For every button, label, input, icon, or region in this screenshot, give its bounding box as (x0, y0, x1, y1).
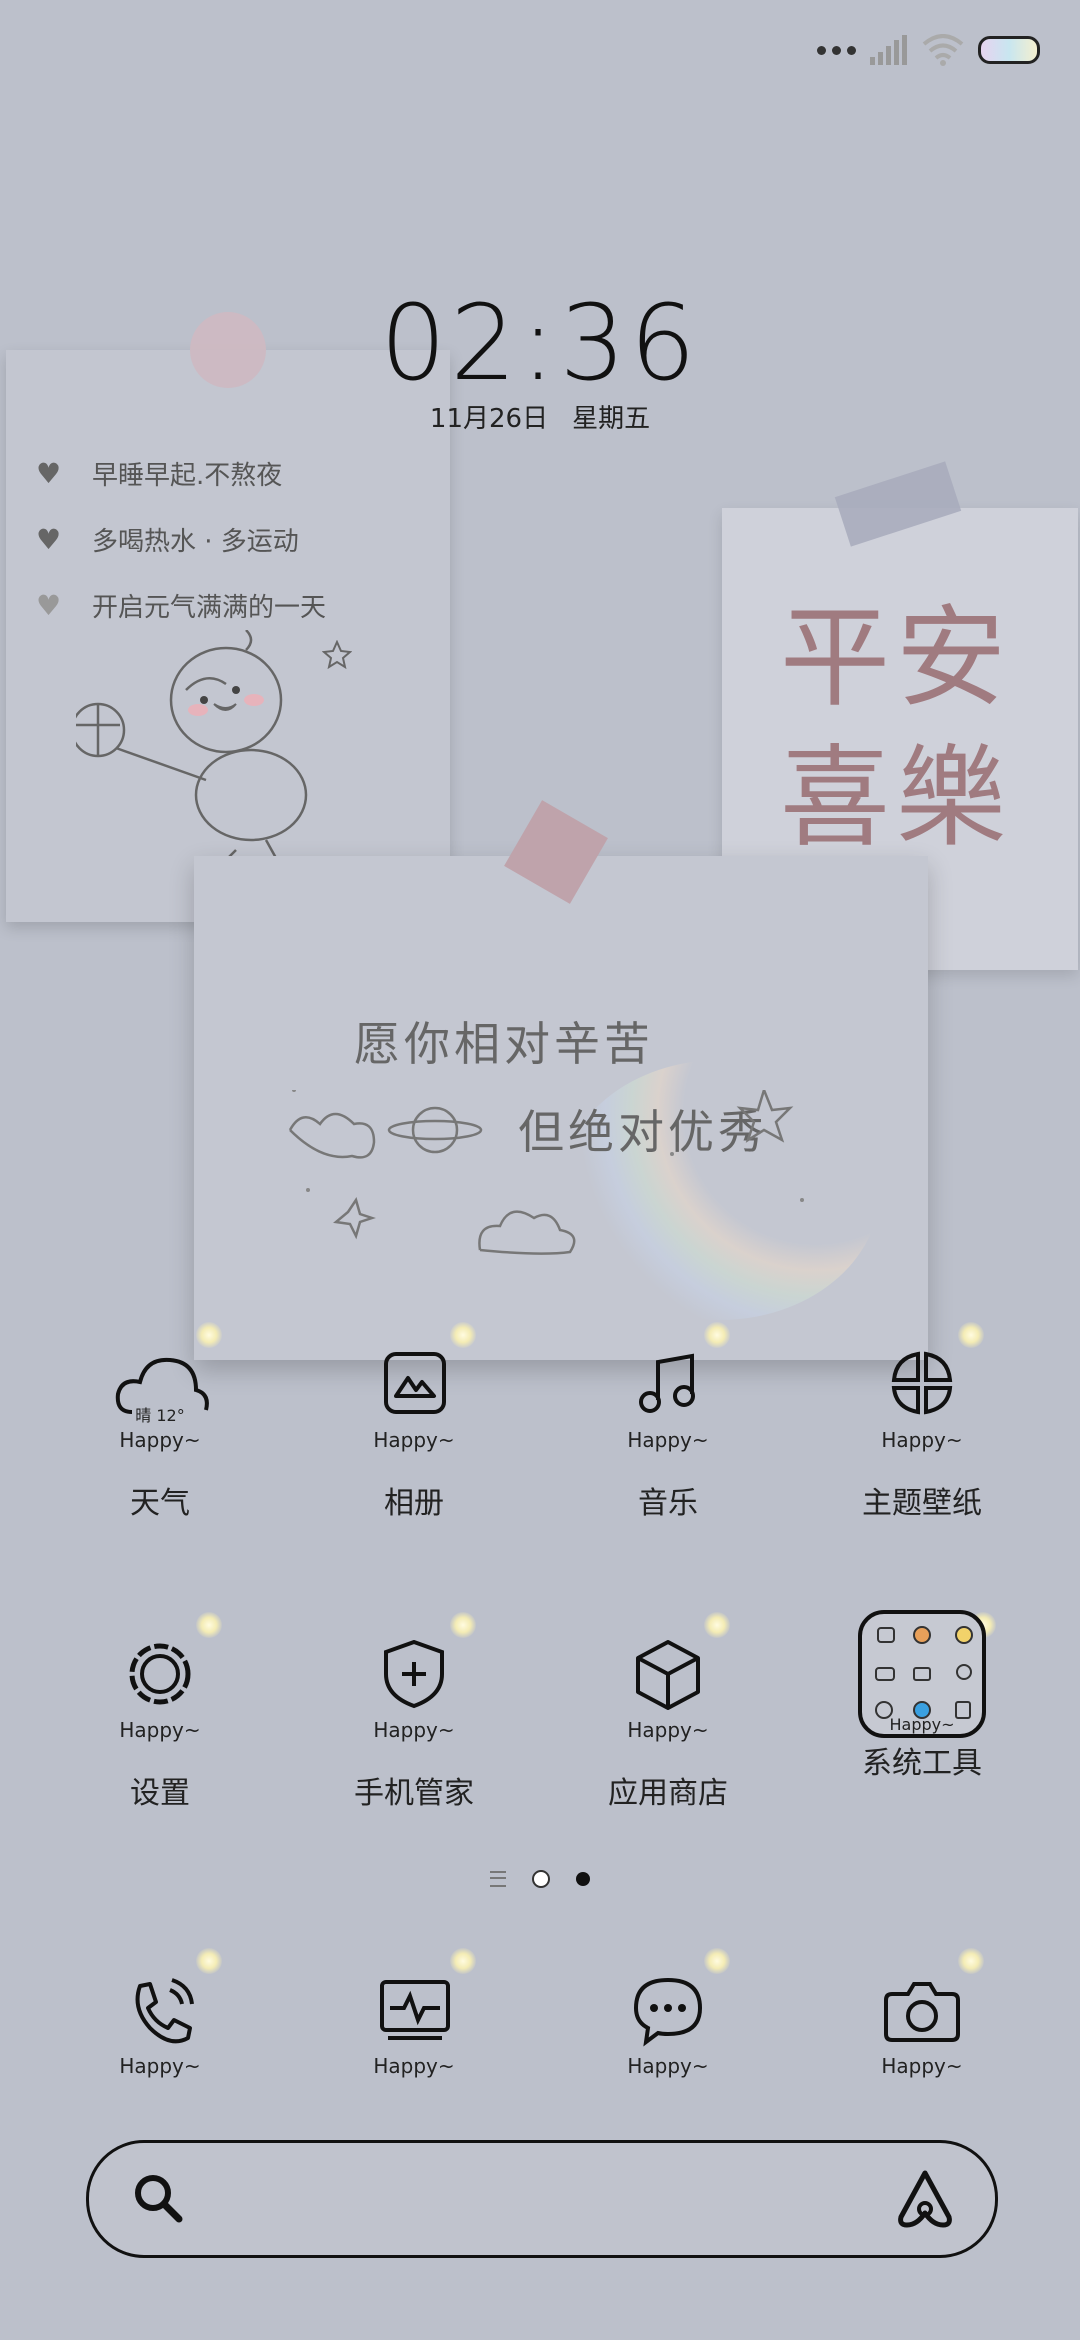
happy-badge: Happy~ (889, 1715, 955, 1734)
sparkle-decoration (196, 1612, 222, 1638)
sparkle-decoration (450, 1322, 476, 1348)
quote-line-1: 愿你相对辛苦 (354, 1017, 654, 1071)
app-label: 系统工具 (862, 1746, 982, 1781)
sparkle-decoration (704, 1322, 730, 1348)
app-store[interactable]: Happy~ 应用商店 (568, 1612, 768, 1812)
page-indicator[interactable] (0, 1870, 1080, 1888)
app-label: 设置 (130, 1776, 190, 1811)
blessing-text: 平安 喜樂 (780, 594, 1012, 862)
page-dot-active[interactable] (576, 1872, 590, 1886)
note-item: ♥ 开启元气满满的一天 (36, 588, 327, 623)
sparkle-decoration (450, 1948, 476, 1974)
heart-icon: ♥ (36, 588, 62, 622)
happy-badge: Happy~ (881, 1428, 963, 1452)
clock-time[interactable]: 02:36 (0, 282, 1080, 404)
battery-icon (978, 36, 1040, 64)
sparkle-decoration (196, 1322, 222, 1348)
dock-phone[interactable]: Happy~ (60, 1948, 260, 2078)
app-music[interactable]: Happy~ 音乐 (568, 1322, 768, 1522)
dock-messages[interactable]: Happy~ (568, 1948, 768, 2078)
folder-system-tools[interactable]: Happy~ 系统工具 (822, 1610, 1022, 1782)
happy-badge: Happy~ (119, 1428, 201, 1452)
heart-icon: ♥ (36, 522, 62, 556)
duck-illustration (76, 630, 308, 860)
dock-monitor[interactable]: Happy~ (314, 1948, 514, 2078)
happy-badge: Happy~ (373, 1718, 455, 1742)
more-dots-icon (817, 45, 856, 55)
sparkle-decoration (704, 1612, 730, 1638)
sparkle-decoration (450, 1612, 476, 1638)
sparkle-decoration (958, 1322, 984, 1348)
happy-badge: Happy~ (627, 1718, 709, 1742)
happy-badge: Happy~ (373, 1428, 455, 1452)
note-item: ♥ 早睡早起.不熬夜 (36, 456, 283, 491)
wifi-icon (922, 34, 964, 66)
star-icon (322, 640, 352, 670)
happy-badge: Happy~ (627, 1428, 709, 1452)
weather-text: 晴 12° (135, 1406, 185, 1425)
app-gallery[interactable]: Happy~ 相册 (314, 1322, 514, 1522)
app-label: 音乐 (638, 1486, 698, 1521)
dock-camera[interactable]: Happy~ (822, 1948, 1022, 2078)
search-bar[interactable] (86, 2140, 998, 2258)
search-icon[interactable] (129, 2169, 189, 2229)
menu-lines-icon[interactable] (490, 1871, 506, 1887)
app-label: 相册 (384, 1486, 444, 1521)
heart-icon: ♥ (36, 456, 62, 490)
app-label: 天气 (130, 1486, 190, 1521)
happy-badge: Happy~ (881, 2054, 963, 2078)
sparkle-decoration (704, 1948, 730, 1974)
page-dot[interactable] (532, 1870, 550, 1888)
note-item: ♥ 多喝热水 · 多运动 (36, 522, 299, 557)
notes-list: ♥ 早睡早起.不熬夜 ♥ 多喝热水 · 多运动 ♥ 开启元气满满的一天 (36, 440, 326, 638)
doodle-illustration (288, 1090, 804, 1255)
app-settings[interactable]: Happy~ 设置 (60, 1612, 260, 1812)
app-label: 手机管家 (354, 1776, 474, 1811)
happy-badge: Happy~ (373, 2054, 455, 2078)
signal-icon (870, 35, 907, 65)
assistant-icon[interactable] (893, 2167, 957, 2231)
app-weather[interactable]: 晴 12° Happy~ 天气 (60, 1322, 260, 1522)
clock-date[interactable]: 11月26日 星期五 (0, 398, 1080, 435)
app-label: 主题壁纸 (862, 1486, 982, 1521)
app-themes[interactable]: Happy~ 主题壁纸 (822, 1322, 1022, 1522)
happy-badge: Happy~ (119, 1718, 201, 1742)
app-security[interactable]: Happy~ 手机管家 (314, 1612, 514, 1812)
status-bar (817, 30, 1040, 70)
sparkle-decoration (958, 1948, 984, 1974)
happy-badge: Happy~ (119, 2054, 201, 2078)
happy-badge: Happy~ (627, 2054, 709, 2078)
sparkle-decoration (196, 1948, 222, 1974)
app-label: 应用商店 (608, 1776, 728, 1811)
